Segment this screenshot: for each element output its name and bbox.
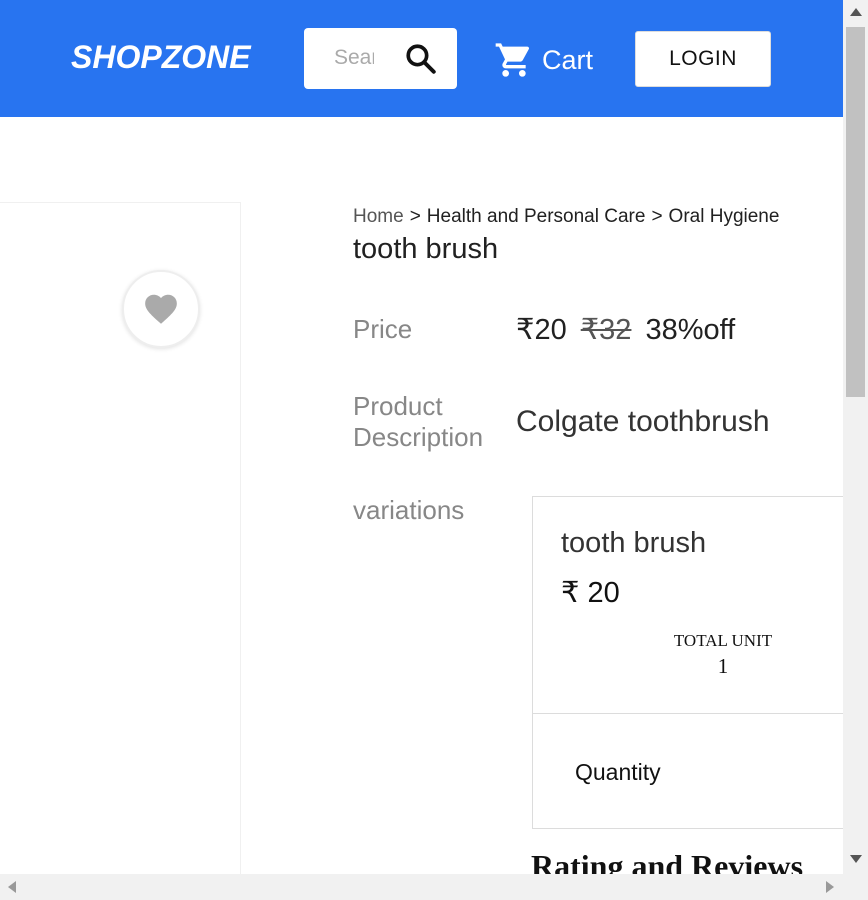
- scroll-right-arrow-icon[interactable]: [826, 881, 834, 893]
- scroll-left-arrow-icon[interactable]: [8, 881, 16, 893]
- cart-icon: [495, 43, 530, 77]
- price-label: Price: [353, 314, 413, 344]
- breadcrumb: Home > Health and Personal Care > Oral Hygie…: [353, 206, 779, 228]
- variations-label: variations: [353, 495, 465, 525]
- top-header: SHOPZONE Cart LOGIN: [0, 0, 843, 117]
- original-price: ₹32: [580, 314, 632, 346]
- total-unit-label: TOTAL UNIT: [673, 631, 773, 650]
- price-row: ₹20 ₹32 38%off: [516, 312, 735, 347]
- scroll-up-arrow-icon[interactable]: [850, 8, 862, 16]
- login-button[interactable]: LOGIN: [635, 31, 771, 87]
- variation-divider: [533, 713, 861, 714]
- quantity-label: Quantity: [575, 759, 661, 785]
- variation-price: ₹ 20: [561, 577, 620, 609]
- search-icon[interactable]: [404, 42, 438, 76]
- cart-label: Cart: [542, 44, 594, 75]
- product-image-panel: [0, 202, 241, 892]
- product-description: Colgate toothbrush: [516, 405, 770, 438]
- wishlist-button[interactable]: [122, 270, 200, 348]
- heart-icon: [145, 294, 177, 324]
- search-box[interactable]: [304, 28, 457, 89]
- variation-card[interactable]: tooth brush ₹ 20 TOTAL UNIT 1 Quantity: [532, 496, 862, 829]
- breadcrumb-category[interactable]: Health and Personal Care: [427, 206, 646, 227]
- current-price: ₹20: [516, 314, 567, 346]
- vertical-scrollbar-thumb[interactable]: [846, 27, 865, 397]
- search-input[interactable]: [334, 44, 374, 72]
- total-unit-value: 1: [717, 654, 729, 678]
- discount-percent: 38%off: [645, 314, 736, 346]
- scroll-down-arrow-icon[interactable]: [850, 855, 862, 863]
- description-label: Product Description: [353, 391, 484, 452]
- product-title: tooth brush: [353, 233, 499, 265]
- breadcrumb-home[interactable]: Home: [353, 206, 404, 227]
- horizontal-scrollbar[interactable]: [0, 874, 868, 900]
- cart-button[interactable]: Cart: [494, 40, 593, 80]
- site-logo[interactable]: SHOPZONE: [71, 39, 251, 76]
- breadcrumb-subcategory[interactable]: Oral Hygiene: [669, 206, 780, 227]
- breadcrumb-separator: >: [409, 206, 421, 227]
- variation-name: tooth brush: [561, 527, 707, 559]
- breadcrumb-separator: >: [651, 206, 663, 227]
